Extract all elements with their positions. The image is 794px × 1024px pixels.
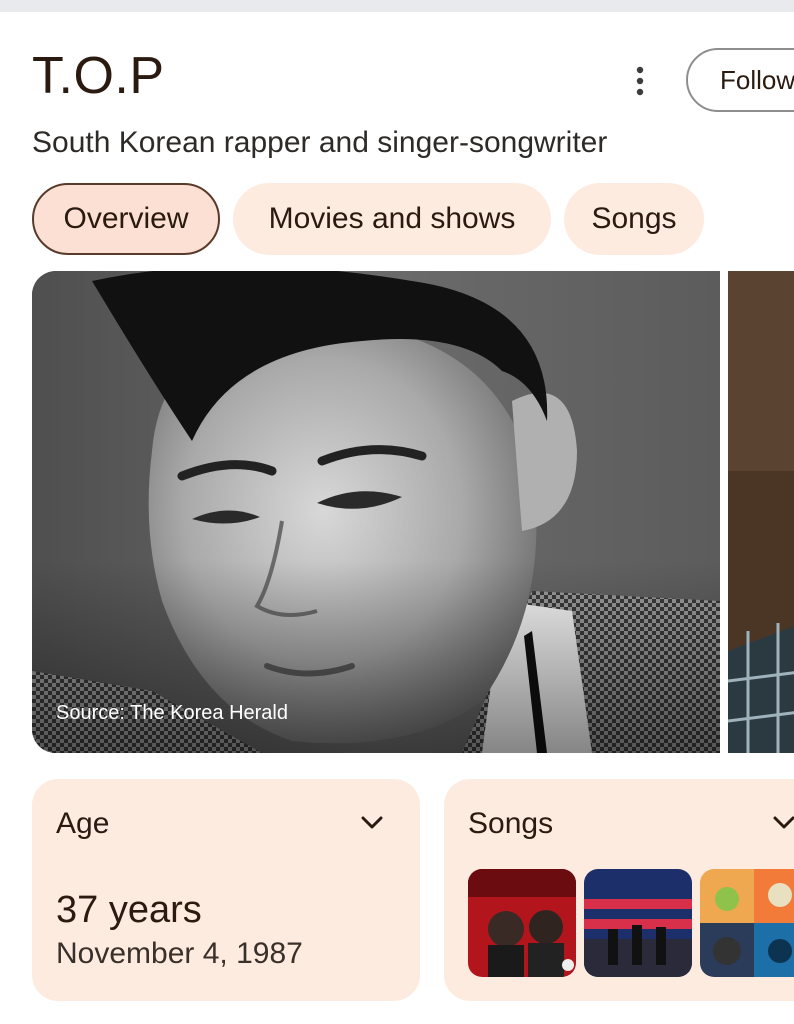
tab-movies-and-shows[interactable]: Movies and shows bbox=[233, 183, 551, 255]
tab-overview[interactable]: Overview bbox=[32, 183, 220, 255]
page-subtitle: South Korean rapper and singer-songwrite… bbox=[32, 126, 608, 159]
album-art-image bbox=[468, 869, 576, 977]
songs-card-heading: Songs bbox=[468, 807, 554, 840]
more-options-button[interactable] bbox=[620, 58, 660, 104]
next-photo-image bbox=[728, 271, 794, 753]
chevron-down-icon[interactable] bbox=[358, 809, 386, 837]
song-thumbnail[interactable] bbox=[584, 869, 692, 977]
tab-songs[interactable]: Songs bbox=[564, 183, 704, 255]
main-photo[interactable]: Source: The Korea Herald bbox=[32, 271, 720, 753]
songs-card[interactable]: Songs bbox=[444, 779, 794, 1001]
follow-button[interactable]: Follow bbox=[686, 48, 794, 112]
chevron-down-icon[interactable] bbox=[770, 809, 794, 837]
portrait-image bbox=[32, 271, 720, 753]
birth-date: November 4, 1987 bbox=[56, 937, 303, 970]
age-value: 37 years bbox=[56, 889, 202, 931]
song-thumbnail[interactable] bbox=[700, 869, 794, 977]
more-vert-icon bbox=[636, 66, 644, 96]
album-art-image bbox=[584, 869, 692, 977]
photo-source-label: Source: The Korea Herald bbox=[56, 702, 288, 724]
next-photo-preview[interactable] bbox=[728, 271, 794, 753]
top-status-strip bbox=[0, 0, 794, 12]
age-card-heading: Age bbox=[56, 807, 110, 840]
song-thumbnail[interactable] bbox=[468, 869, 576, 977]
album-art-image bbox=[700, 869, 794, 977]
age-card[interactable]: Age 37 years November 4, 1987 bbox=[32, 779, 420, 1001]
page-title: T.O.P bbox=[32, 47, 165, 105]
